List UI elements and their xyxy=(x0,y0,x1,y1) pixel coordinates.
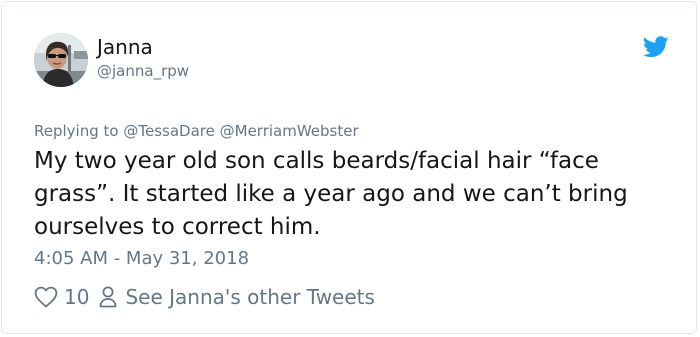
like-count: 10 xyxy=(64,285,90,309)
see-other-tweets-label: See Janna's other Tweets xyxy=(125,285,375,309)
replying-to-line: Replying to @TessaDare @MerriamWebster xyxy=(34,121,359,141)
replying-to-label: Replying to xyxy=(34,122,119,140)
tweet-card: Janna @janna_rpw Replying to @TessaDare … xyxy=(1,1,697,334)
author-display-name[interactable]: Janna xyxy=(97,35,153,59)
avatar-photo xyxy=(34,33,88,87)
tweet-actions: 10 See Janna's other Tweets xyxy=(34,283,375,311)
mention-link-merriamwebster[interactable]: @MerriamWebster xyxy=(220,122,359,140)
twitter-bird-icon[interactable] xyxy=(643,36,669,58)
like-button[interactable]: 10 xyxy=(34,285,99,309)
tweet-timestamp[interactable]: 4:05 AM - May 31, 2018 xyxy=(34,247,249,271)
see-other-tweets-link[interactable]: See Janna's other Tweets xyxy=(99,285,375,309)
tweet-text: My two year old son calls beards/facial … xyxy=(34,148,628,240)
author-handle[interactable]: @janna_rpw xyxy=(97,61,189,81)
heart-outline-icon xyxy=(34,286,58,308)
person-outline-icon xyxy=(100,286,117,308)
mention-link-tessadare[interactable]: @TessaDare xyxy=(123,122,214,140)
avatar[interactable] xyxy=(34,33,88,87)
